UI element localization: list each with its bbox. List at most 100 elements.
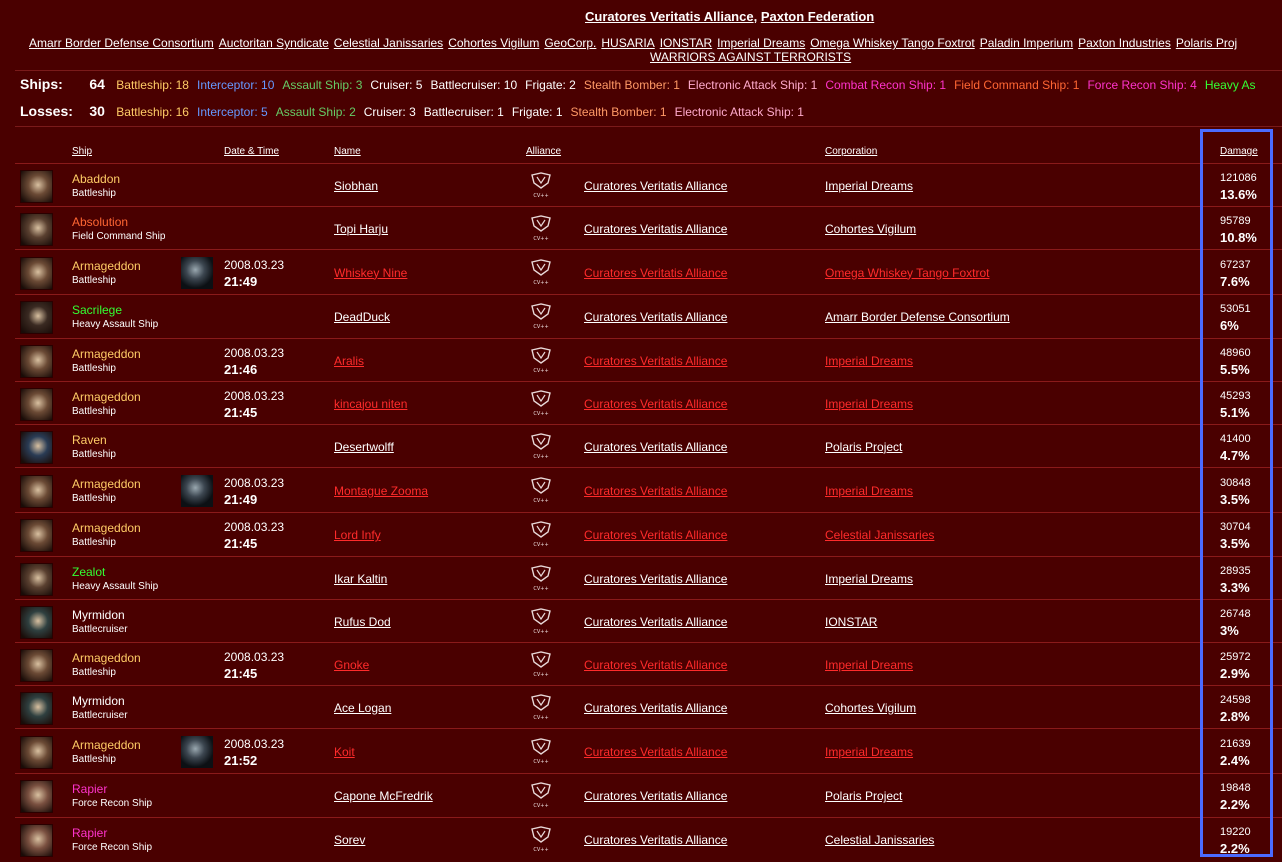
corporation-link[interactable]: IONSTAR	[825, 615, 877, 629]
ship-thumbnail[interactable]	[20, 605, 53, 639]
pilot-name-link[interactable]: Capone McFredrik	[334, 789, 433, 803]
alliance-link[interactable]: Curatores Veritatis Alliance	[584, 440, 727, 454]
cva-alliance-logo-icon[interactable]: CV++	[529, 737, 553, 765]
pilot-name-link[interactable]: Ace Logan	[334, 701, 391, 715]
cva-alliance-logo-icon[interactable]: CV++	[529, 607, 553, 635]
cva-alliance-logo-icon[interactable]: CV++	[529, 302, 553, 330]
alliance-link[interactable]: Curatores Veritatis Alliance	[584, 484, 727, 498]
alliance-link[interactable]: Curatores Veritatis Alliance	[584, 354, 727, 368]
ship-thumbnail[interactable]	[20, 474, 53, 508]
cva-alliance-logo-icon[interactable]: CV++	[529, 258, 553, 286]
side-a-link[interactable]: Curatores Veritatis Alliance	[585, 9, 754, 24]
pilot-name-link[interactable]: Siobhan	[334, 179, 378, 193]
corporation-link[interactable]: Cohortes Vigilum	[825, 701, 916, 715]
sort-damage[interactable]: Damage	[1220, 146, 1258, 157]
alliance-link[interactable]: Curatores Veritatis Alliance	[584, 658, 727, 672]
ship-thumbnail[interactable]	[20, 212, 53, 246]
corporation-link[interactable]: Celestial Janissaries	[825, 833, 934, 847]
corporation-link[interactable]: Imperial Dreams	[825, 572, 913, 586]
corporation-link[interactable]: Imperial Dreams	[825, 179, 913, 193]
corporation-link[interactable]: Imperial Dreams	[825, 397, 913, 411]
alliance-link[interactable]: Curatores Veritatis Alliance	[584, 789, 727, 803]
corp-link[interactable]: Auctoritan Syndicate	[219, 36, 329, 50]
ship-thumbnail[interactable]	[20, 562, 53, 596]
pilot-portrait[interactable]	[181, 735, 213, 768]
sort-corporation[interactable]: Corporation	[825, 146, 877, 157]
corporation-link[interactable]: Omega Whiskey Tango Foxtrot	[825, 266, 990, 280]
corp-link[interactable]: Imperial Dreams	[717, 36, 805, 50]
ship-thumbnail[interactable]	[20, 735, 53, 769]
cva-alliance-logo-icon[interactable]: CV++	[529, 171, 553, 199]
corporation-link[interactable]: Imperial Dreams	[825, 658, 913, 672]
ship-thumbnail[interactable]	[20, 301, 53, 334]
alliance-link[interactable]: Curatores Veritatis Alliance	[584, 222, 727, 236]
ship-thumbnail[interactable]	[20, 256, 53, 290]
corp-link[interactable]: Celestial Janissaries	[334, 36, 443, 50]
cva-alliance-logo-icon[interactable]: CV++	[529, 650, 553, 678]
ship-thumbnail[interactable]	[20, 387, 53, 421]
pilot-name-link[interactable]: Koit	[334, 745, 355, 759]
sort-ship[interactable]: Ship	[72, 146, 92, 157]
pilot-name-link[interactable]: Gnoke	[334, 658, 369, 672]
pilot-name-link[interactable]: Whiskey Nine	[334, 266, 407, 280]
alliance-link[interactable]: Curatores Veritatis Alliance	[584, 310, 727, 324]
corporation-link[interactable]: Imperial Dreams	[825, 745, 913, 759]
sort-datetime[interactable]: Date & Time	[224, 146, 279, 157]
pilot-name-link[interactable]: DeadDuck	[334, 310, 390, 324]
alliance-link[interactable]: Curatores Veritatis Alliance	[584, 745, 727, 759]
ship-thumbnail[interactable]	[20, 344, 53, 378]
pilot-name-link[interactable]: Desertwolff	[334, 440, 394, 454]
alliance-link[interactable]: Curatores Veritatis Alliance	[584, 266, 727, 280]
pilot-name-link[interactable]: kincajou niten	[334, 397, 407, 411]
corporation-link[interactable]: Cohortes Vigilum	[825, 222, 916, 236]
cva-alliance-logo-icon[interactable]: CV++	[529, 825, 553, 853]
ship-thumbnail[interactable]	[20, 430, 53, 464]
corp-link-warriors[interactable]: WARRIORS AGAINST TERRORISTS	[650, 50, 851, 64]
pilot-name-link[interactable]: Aralis	[334, 354, 364, 368]
cva-alliance-logo-icon[interactable]: CV++	[529, 781, 553, 809]
alliance-link[interactable]: Curatores Veritatis Alliance	[584, 179, 727, 193]
corporation-link[interactable]: Amarr Border Defense Consortium	[825, 310, 1010, 324]
cva-alliance-logo-icon[interactable]: CV++	[529, 214, 553, 242]
alliance-link[interactable]: Curatores Veritatis Alliance	[584, 701, 727, 715]
cva-alliance-logo-icon[interactable]: CV++	[529, 520, 553, 548]
corporation-link[interactable]: Polaris Project	[825, 789, 902, 803]
cva-alliance-logo-icon[interactable]: CV++	[529, 693, 553, 721]
ship-thumbnail[interactable]	[20, 691, 53, 725]
corp-link[interactable]: IONSTAR	[660, 36, 712, 50]
cva-alliance-logo-icon[interactable]: CV++	[529, 389, 553, 417]
corp-link[interactable]: Polaris Proj	[1176, 36, 1237, 50]
corporation-link[interactable]: Celestial Janissaries	[825, 528, 934, 542]
pilot-name-link[interactable]: Ikar Kaltin	[334, 572, 387, 586]
corp-link[interactable]: Cohortes Vigilum	[448, 36, 539, 50]
cva-alliance-logo-icon[interactable]: CV++	[529, 432, 553, 460]
corp-link[interactable]: Amarr Border Defense Consortium	[29, 36, 214, 50]
corporation-link[interactable]: Imperial Dreams	[825, 354, 913, 368]
corp-link[interactable]: HUSARIA	[601, 36, 654, 50]
ship-thumbnail[interactable]	[20, 169, 53, 203]
ship-thumbnail[interactable]	[20, 648, 53, 682]
pilot-name-link[interactable]: Lord Infy	[334, 528, 381, 542]
cva-alliance-logo-icon[interactable]: CV++	[529, 346, 553, 374]
pilot-name-link[interactable]: Rufus Dod	[334, 615, 391, 629]
ship-thumbnail[interactable]	[20, 519, 53, 552]
alliance-link[interactable]: Curatores Veritatis Alliance	[584, 397, 727, 411]
pilot-name-link[interactable]: Montague Zooma	[334, 484, 428, 498]
corp-link[interactable]: GeoCorp.	[544, 36, 596, 50]
ship-thumbnail[interactable]	[20, 780, 53, 813]
corp-link[interactable]: Paxton Industries	[1078, 36, 1171, 50]
sort-name[interactable]: Name	[334, 146, 361, 157]
corp-link[interactable]: Omega Whiskey Tango Foxtrot	[810, 36, 975, 50]
pilot-portrait[interactable]	[181, 474, 213, 507]
cva-alliance-logo-icon[interactable]: CV++	[529, 564, 553, 592]
pilot-name-link[interactable]: Sorev	[334, 833, 365, 847]
corporation-link[interactable]: Polaris Project	[825, 440, 902, 454]
side-b-link[interactable]: Paxton Federation	[761, 9, 874, 24]
alliance-link[interactable]: Curatores Veritatis Alliance	[584, 615, 727, 629]
ship-thumbnail[interactable]	[20, 823, 53, 857]
corporation-link[interactable]: Imperial Dreams	[825, 484, 913, 498]
corp-link[interactable]: Paladin Imperium	[980, 36, 1073, 50]
cva-alliance-logo-icon[interactable]: CV++	[529, 476, 553, 504]
sort-alliance[interactable]: Alliance	[526, 146, 561, 157]
alliance-link[interactable]: Curatores Veritatis Alliance	[584, 833, 727, 847]
